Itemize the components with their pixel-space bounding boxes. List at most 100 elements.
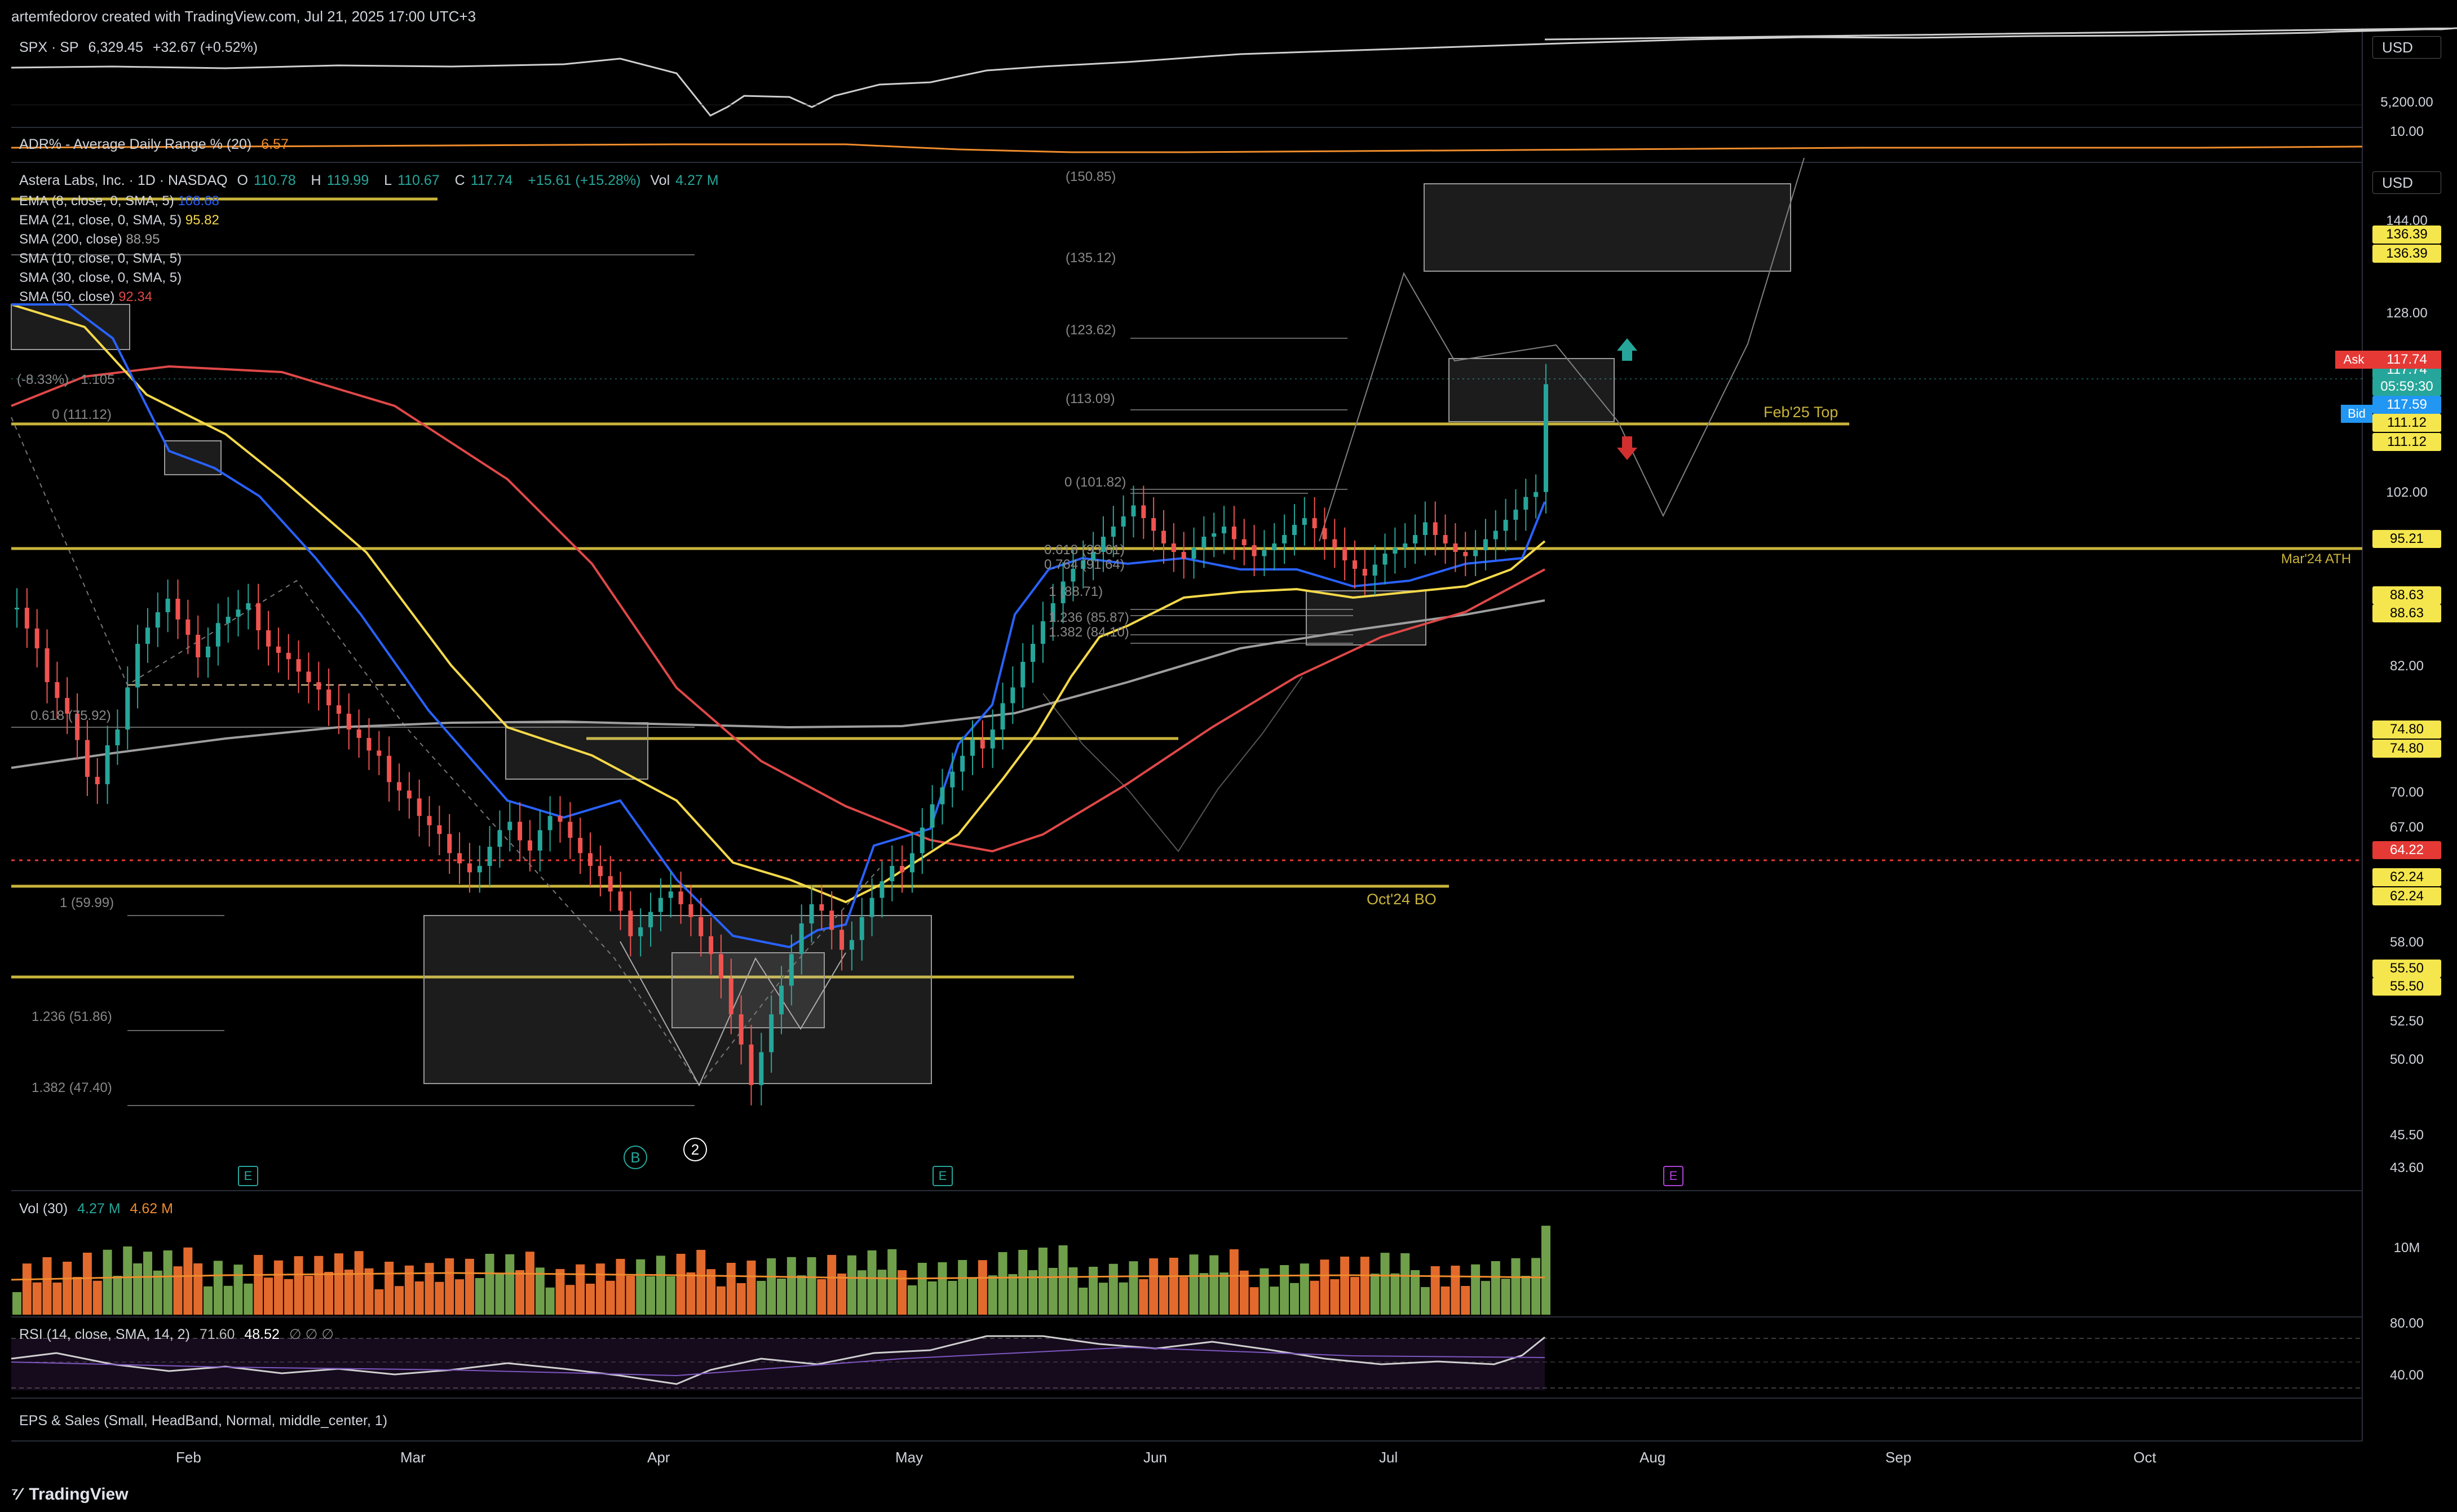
volume-bar [1461,1286,1470,1315]
rsi-legend: RSI (14, close, SMA, 14, 2) 71.60 48.52 … [19,1326,339,1343]
volume-bar [988,1275,997,1315]
indicator-row[interactable]: EMA (8, close, 0, SMA, 5) 108.68 [19,192,219,211]
volume-bar [264,1277,273,1315]
candle-body [648,912,653,927]
volume-bar [938,1262,947,1315]
candle-body [709,936,714,954]
candle-body [507,821,512,830]
volume-bar [646,1276,656,1315]
candle-body [779,985,784,1015]
adr-legend: ADR% - Average Daily Range % (20) 6.57 [19,136,294,153]
rsi-title[interactable]: RSI (14, close, SMA, 14, 2) [19,1327,190,1342]
earnings-marker[interactable]: E [238,1166,258,1186]
volume-bar [958,1260,967,1315]
volume-bar [757,1281,766,1315]
volume-bar [455,1279,465,1315]
volume-bar [1451,1266,1460,1315]
volume-bar [545,1287,555,1315]
volume-bar [1430,1266,1440,1315]
spx-currency[interactable]: USD [2372,36,2441,59]
candle-body [638,927,643,936]
volume-bar [1390,1273,1400,1315]
candle-body [799,923,804,954]
volume-bar [1139,1279,1148,1315]
candle-body [950,771,955,788]
candle-body [900,866,905,873]
volume-bar [565,1285,575,1315]
volume-bar [63,1262,72,1315]
volume-bar [1350,1277,1359,1315]
fib-level-label: 1 (59.99) [60,895,114,910]
earnings-marker[interactable]: E [933,1166,953,1186]
candle-body [1111,527,1116,537]
adr-title[interactable]: ADR% - Average Daily Range % (20) [19,136,251,152]
candle-body [387,755,392,782]
volume-bar [1098,1283,1108,1315]
volume-bar [1089,1267,1098,1315]
main-currency[interactable]: USD [2372,171,2441,194]
volume-bar [385,1262,394,1315]
price-tag: 117.59 [2372,396,2441,414]
volume-bar [1300,1263,1309,1315]
indicator-row[interactable]: SMA (50, close) 92.34 [19,288,219,307]
candle-body [598,866,603,877]
candle-body [457,853,462,864]
candle-body [1040,621,1045,644]
fib-level-label: (-8.33%) · 1.105 [17,372,115,387]
indicator-row[interactable]: EMA (21, close, 0, SMA, 5) 95.82 [19,211,219,230]
volume-bar [495,1273,505,1315]
price-axis-label: 50.00 [2389,1052,2424,1067]
candle-body [477,866,482,873]
candle-body [547,816,553,830]
earnings-marker-upcoming[interactable]: E [1663,1166,1683,1186]
time-axis-label: Jun [1143,1449,1167,1466]
candle-body [1403,543,1408,548]
volume-bar [656,1255,665,1315]
price-tag: 74.80 [2372,740,2441,758]
marker-b[interactable]: B [624,1146,647,1169]
candle-body [588,853,593,866]
indicator-row[interactable]: SMA (200, close) 88.95 [19,230,219,249]
spx-symbol[interactable]: SPX · SP [19,39,79,55]
candle-body [990,730,995,749]
volume-bar [1249,1287,1259,1315]
volume-bar [1440,1286,1450,1315]
candle-body [45,648,50,682]
change-value: +15.61 (+15.28%) [528,173,641,188]
candle-body [55,682,60,698]
volume-bar [807,1257,816,1315]
volume-bar [1280,1265,1289,1315]
volume-bar [1310,1280,1319,1315]
indicator-row[interactable]: SMA (10, close, 0, SMA, 5) [19,249,219,268]
time-axis-label: Feb [176,1449,201,1466]
candle-body [890,866,895,882]
volume-bar [786,1257,796,1315]
candle-body [497,830,502,847]
candle-body [1483,539,1488,550]
volume-value: 4.27 M [77,1201,121,1217]
volume-bar [948,1281,957,1315]
volume-axis-label: 10M [2393,1240,2420,1255]
volume-bar [244,1283,253,1315]
candle-body [1544,384,1548,492]
oct-bo-label: Oct'24 BO [1367,891,1437,908]
time-axis-label: Jul [1379,1449,1398,1466]
candle-body [175,599,180,620]
candle-body [206,646,210,657]
candle-body [397,782,401,791]
main-symbol[interactable]: Astera Labs, Inc. · 1D · NASDAQ [19,173,228,188]
indicator-row[interactable]: SMA (30, close, 0, SMA, 5) [19,268,219,288]
eps-legend[interactable]: EPS & Sales (Small, HeadBand, Normal, mi… [19,1413,387,1429]
footer-brand: ⁷⁄ TradingView [11,1485,129,1504]
volume-bar [1219,1272,1229,1315]
chart-credit: artemfedorov created with TradingView.co… [11,8,476,25]
candle-body [880,881,885,898]
time-axis-label: May [895,1449,923,1466]
volume-title[interactable]: Vol (30) [19,1201,68,1217]
price-tag: 05:59:30 [2372,378,2441,396]
volume-bar [1481,1281,1490,1315]
marker-wave-2[interactable]: 2 [683,1138,707,1161]
price-chart-canvas[interactable] [0,0,2457,1512]
volume-bar [586,1284,595,1315]
volume-bar [968,1279,977,1315]
